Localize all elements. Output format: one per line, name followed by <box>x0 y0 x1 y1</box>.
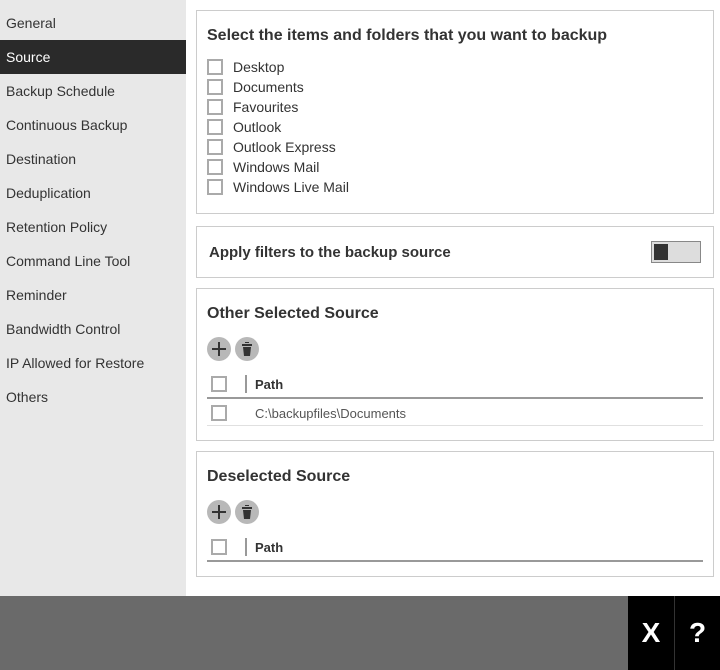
checkbox-icon[interactable] <box>207 159 223 175</box>
help-button[interactable]: ? <box>674 596 720 670</box>
add-button[interactable] <box>207 337 231 361</box>
sidebar-item-destination[interactable]: Destination <box>0 142 186 176</box>
checkbox-icon[interactable] <box>207 79 223 95</box>
sidebar-item-others[interactable]: Others <box>0 380 186 414</box>
checkbox-icon[interactable] <box>207 119 223 135</box>
sidebar-item-general[interactable]: General <box>0 6 186 40</box>
filter-panel: Apply filters to the backup source <box>196 226 714 278</box>
backup-item-desktop[interactable]: Desktop <box>207 59 703 75</box>
table-header-row: Path <box>207 375 703 399</box>
deselected-table: Path <box>207 538 703 562</box>
close-button[interactable]: X <box>628 596 674 670</box>
checkbox-icon[interactable] <box>207 99 223 115</box>
sidebar-item-command-line-tool[interactable]: Command Line Tool <box>0 244 186 278</box>
path-cell: C:\backupfiles\Documents <box>245 406 406 421</box>
sidebar-item-continuous-backup[interactable]: Continuous Backup <box>0 108 186 142</box>
plus-icon <box>212 505 226 519</box>
select-items-title: Select the items and folders that you wa… <box>207 27 703 45</box>
sidebar-item-retention-policy[interactable]: Retention Policy <box>0 210 186 244</box>
backup-item-label: Windows Live Mail <box>233 179 349 195</box>
help-icon: ? <box>689 617 706 649</box>
other-selected-table: Path C:\backupfiles\Documents <box>207 375 703 426</box>
filter-title: Apply filters to the backup source <box>209 244 451 261</box>
backup-item-label: Outlook <box>233 119 281 135</box>
backup-item-label: Documents <box>233 79 304 95</box>
delete-button[interactable] <box>235 500 259 524</box>
column-separator <box>245 538 247 556</box>
delete-button[interactable] <box>235 337 259 361</box>
checkbox-icon[interactable] <box>207 139 223 155</box>
sidebar-item-ip-allowed-for-restore[interactable]: IP Allowed for Restore <box>0 346 186 380</box>
path-column-header: Path <box>255 377 283 392</box>
backup-item-outlook-express[interactable]: Outlook Express <box>207 139 703 155</box>
main-content: Select the items and folders that you wa… <box>186 0 720 596</box>
backup-item-label: Desktop <box>233 59 284 75</box>
backup-item-label: Favourites <box>233 99 298 115</box>
close-icon: X <box>642 617 661 649</box>
other-selected-title: Other Selected Source <box>207 305 703 323</box>
table-header-row: Path <box>207 538 703 562</box>
toggle-knob-icon <box>654 244 668 260</box>
backup-item-label: Outlook Express <box>233 139 336 155</box>
row-checkbox[interactable] <box>211 405 227 421</box>
sidebar: General Source Backup Schedule Continuou… <box>0 0 186 596</box>
select-all-checkbox[interactable] <box>211 376 227 392</box>
sidebar-item-reminder[interactable]: Reminder <box>0 278 186 312</box>
path-column-header: Path <box>255 540 283 555</box>
select-all-checkbox[interactable] <box>211 539 227 555</box>
checkbox-icon[interactable] <box>207 179 223 195</box>
backup-item-windows-mail[interactable]: Windows Mail <box>207 159 703 175</box>
table-row[interactable]: C:\backupfiles\Documents <box>207 399 703 426</box>
trash-icon <box>241 505 253 519</box>
select-items-panel: Select the items and folders that you wa… <box>196 10 714 214</box>
plus-icon <box>212 342 226 356</box>
sidebar-item-source[interactable]: Source <box>0 40 186 74</box>
backup-item-favourites[interactable]: Favourites <box>207 99 703 115</box>
footer-bar: X ? <box>0 596 720 670</box>
checkbox-icon[interactable] <box>207 59 223 75</box>
trash-icon <box>241 342 253 356</box>
backup-item-documents[interactable]: Documents <box>207 79 703 95</box>
backup-item-label: Windows Mail <box>233 159 319 175</box>
backup-item-windows-live-mail[interactable]: Windows Live Mail <box>207 179 703 195</box>
backup-item-outlook[interactable]: Outlook <box>207 119 703 135</box>
deselected-title: Deselected Source <box>207 468 703 486</box>
other-selected-panel: Other Selected Source Path C:\backupfile… <box>196 288 714 441</box>
sidebar-item-backup-schedule[interactable]: Backup Schedule <box>0 74 186 108</box>
add-button[interactable] <box>207 500 231 524</box>
deselected-panel: Deselected Source Path <box>196 451 714 577</box>
sidebar-item-deduplication[interactable]: Deduplication <box>0 176 186 210</box>
sidebar-item-bandwidth-control[interactable]: Bandwidth Control <box>0 312 186 346</box>
column-separator <box>245 375 247 393</box>
filter-toggle[interactable] <box>651 241 701 263</box>
